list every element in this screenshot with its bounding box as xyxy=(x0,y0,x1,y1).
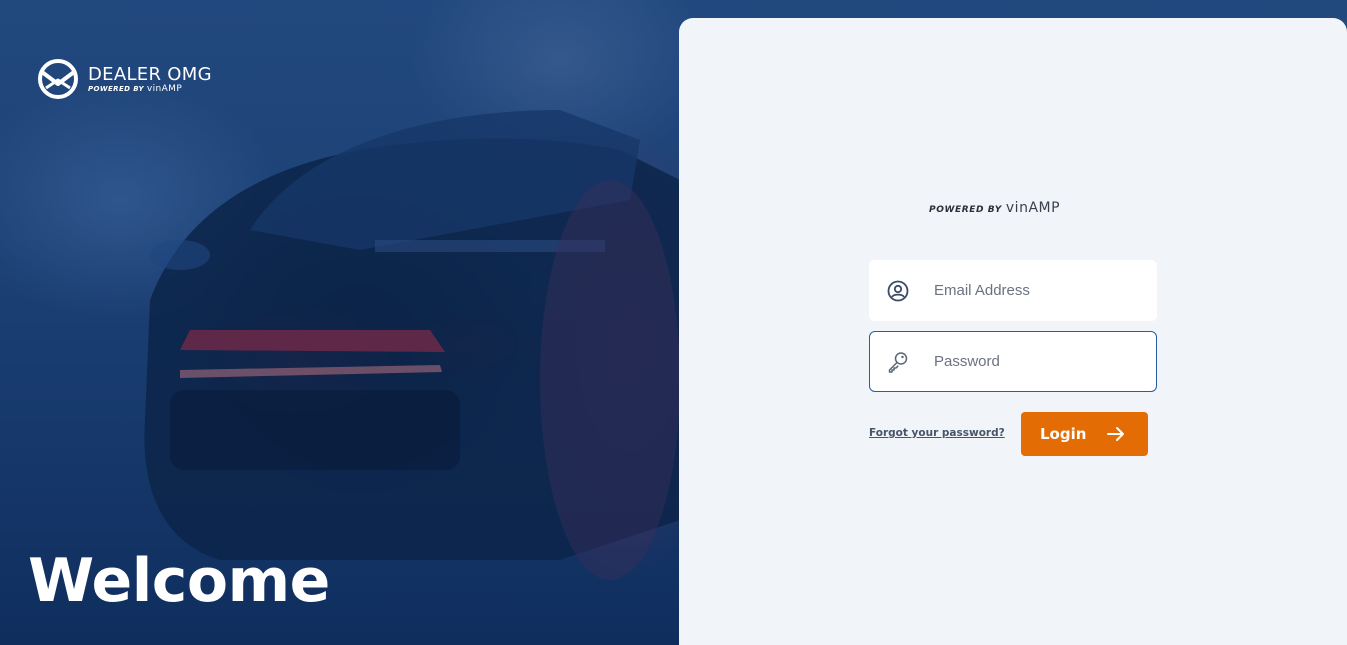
email-input[interactable] xyxy=(934,270,1144,311)
dealer-omg-logo-icon xyxy=(38,59,78,99)
user-circle-icon xyxy=(886,279,910,303)
brand-name: DEALER OMG xyxy=(88,63,212,85)
brand-powered-name: vinAMP xyxy=(146,83,183,94)
powered-by-brand: vinAMP xyxy=(1005,200,1061,216)
login-button[interactable]: Login xyxy=(1021,412,1148,456)
forgot-password-link[interactable]: Forgot your password? xyxy=(869,427,1005,439)
welcome-heading: Welcome xyxy=(28,546,330,616)
login-panel: POWERED BY vinAMP Email Address Forgot y… xyxy=(679,18,1347,645)
arrow-right-icon xyxy=(1107,427,1124,441)
login-button-label: Login xyxy=(1040,425,1087,443)
brand-powered-by: POWERED BY vinAMP xyxy=(88,84,212,94)
logo-text: DEALER OMG POWERED BY vinAMP xyxy=(88,63,212,94)
password-input[interactable] xyxy=(934,341,1144,382)
brand-logo: DEALER OMG POWERED BY vinAMP xyxy=(36,58,212,100)
email-field-container[interactable] xyxy=(869,260,1157,321)
powered-by-prefix: POWERED BY xyxy=(929,205,1002,215)
key-icon xyxy=(886,350,910,374)
brand-powered-prefix: POWERED BY xyxy=(88,84,145,93)
login-page: DEALER OMG POWERED BY vinAMP Welcome POW… xyxy=(0,0,1347,645)
password-field-container[interactable] xyxy=(869,331,1157,392)
powered-by-logo: POWERED BY vinAMP xyxy=(929,200,1060,216)
